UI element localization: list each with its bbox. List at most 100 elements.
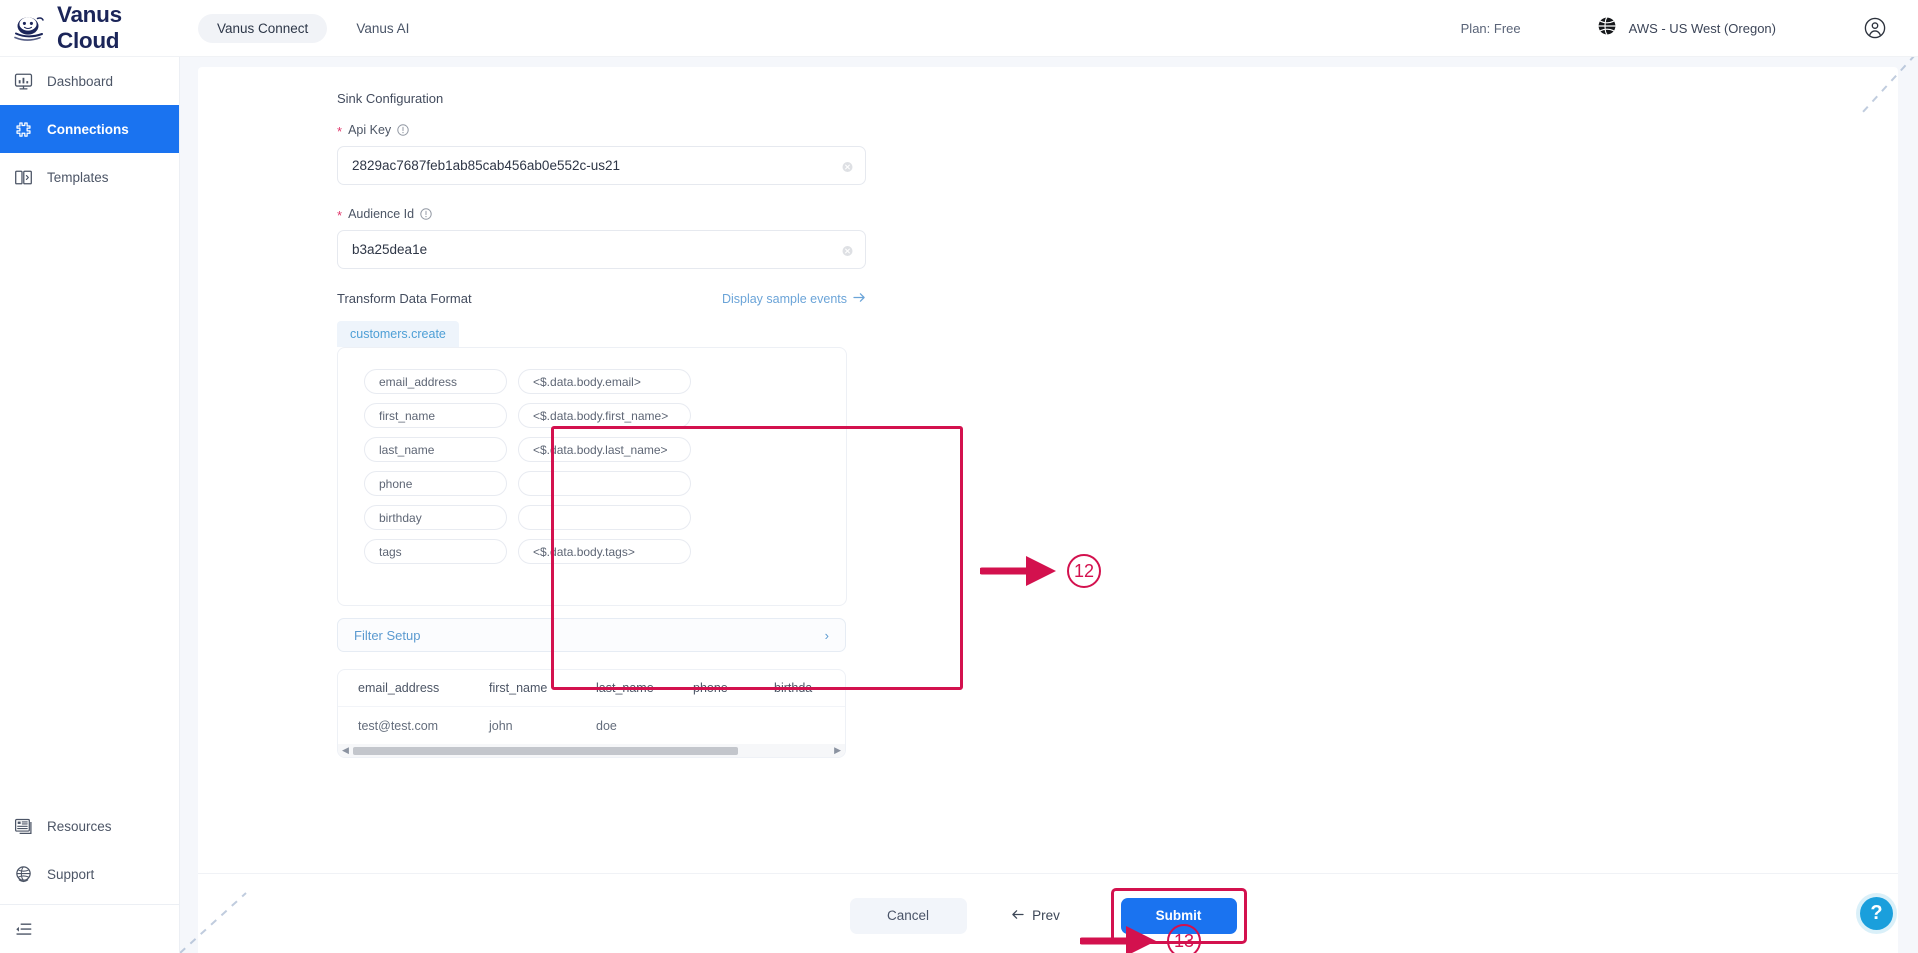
- sink-configuration-title: Sink Configuration: [337, 91, 444, 106]
- collapse-sidebar-icon: [13, 919, 33, 939]
- sidebar-collapse-button[interactable]: [0, 905, 179, 953]
- app-root: Vanus Cloud Vanus Connect Vanus AI Plan:…: [0, 0, 1918, 953]
- resources-icon: [13, 816, 33, 836]
- content-shell: Sink Configuration * Api Key 2829ac7687f: [180, 57, 1918, 953]
- region-selector[interactable]: AWS - US West (Oregon): [1597, 16, 1776, 41]
- help-button[interactable]: ?: [1860, 897, 1893, 930]
- brand[interactable]: Vanus Cloud: [0, 2, 180, 54]
- sidebar-item-support[interactable]: Support: [0, 850, 179, 898]
- info-circle-icon[interactable]: [420, 208, 432, 220]
- required-marker: *: [337, 123, 343, 139]
- sidebar-item-resources[interactable]: Resources: [0, 802, 179, 850]
- prev-button-label: Prev: [1032, 908, 1060, 923]
- mapping-value-input[interactable]: <$.data.body.last_name>: [518, 437, 691, 462]
- plan-badge: Plan: Free: [1460, 20, 1521, 36]
- audience-id-label-text: Audience Id: [348, 207, 415, 221]
- clear-circle-icon[interactable]: [842, 160, 853, 172]
- sidebar-item-connections[interactable]: Connections: [0, 105, 179, 153]
- templates-icon: [13, 167, 33, 187]
- user-circle-icon[interactable]: [1864, 17, 1886, 39]
- scroll-left-arrow-icon[interactable]: ◀: [342, 746, 349, 755]
- sidebar-label-support: Support: [47, 866, 95, 882]
- arrow-right-icon: [853, 292, 866, 306]
- prev-button[interactable]: Prev: [981, 898, 1091, 934]
- form-column: Sink Configuration * Api Key 2829ac7687f: [337, 91, 997, 758]
- mapping-row: birthday: [364, 505, 846, 530]
- chevron-right-icon: ›: [824, 627, 829, 643]
- column-header-birthday: birthda: [774, 681, 813, 695]
- mapping-row: last_name <$.data.body.last_name>: [364, 437, 846, 462]
- sidebar-label-dashboard: Dashboard: [47, 73, 114, 89]
- mapping-row: phone: [364, 471, 846, 496]
- mapping-key-input[interactable]: tags: [364, 539, 507, 564]
- audience-id-value: b3a25dea1e: [352, 242, 428, 257]
- cell-first-name: john: [489, 718, 513, 733]
- audience-id-input[interactable]: b3a25dea1e: [337, 230, 866, 269]
- region-label: AWS - US West (Oregon): [1628, 20, 1776, 36]
- column-header-phone: phone: [693, 681, 728, 695]
- preview-table: email_address first_name last_name phone…: [337, 669, 846, 758]
- api-key-label: * Api Key: [337, 123, 997, 139]
- column-header-email-address: email_address: [358, 681, 440, 695]
- form-footer: Cancel Prev Submit: [198, 873, 1898, 953]
- globe-icon: [1597, 16, 1617, 41]
- mapping-key-input[interactable]: email_address: [364, 369, 507, 394]
- dashboard-icon: [13, 71, 33, 91]
- api-key-label-text: Api Key: [348, 123, 392, 137]
- mapping-key-input[interactable]: first_name: [364, 403, 507, 428]
- submit-button[interactable]: Submit: [1120, 897, 1237, 934]
- mapping-value-input[interactable]: <$.data.body.tags>: [518, 539, 691, 564]
- mapping-row: tags <$.data.body.tags>: [364, 539, 846, 564]
- sidebar-label-templates: Templates: [47, 169, 109, 185]
- submit-button-highlight: Submit: [1110, 887, 1247, 944]
- transform-event-tabs: customers.create: [337, 321, 997, 347]
- table-horizontal-scrollbar[interactable]: ◀ ▶: [338, 744, 845, 757]
- column-header-last-name: last_name: [596, 681, 654, 695]
- api-key-value: 2829ac7687feb1ab85cab456ab0e552c-us21: [352, 158, 620, 173]
- scroll-right-arrow-icon[interactable]: ▶: [834, 746, 841, 755]
- display-sample-events-label: Display sample events: [721, 291, 847, 306]
- tab-vanus-connect[interactable]: Vanus Connect: [198, 13, 328, 43]
- info-circle-icon[interactable]: [397, 124, 409, 136]
- mapping-key-input[interactable]: last_name: [364, 437, 507, 462]
- brand-name: Vanus Cloud: [57, 2, 122, 53]
- filter-setup-accordion[interactable]: Filter Setup ›: [337, 618, 846, 652]
- audience-id-label: * Audience Id: [337, 207, 997, 223]
- table-header-row: email_address first_name last_name phone…: [338, 670, 845, 707]
- mapping-key-input[interactable]: birthday: [364, 505, 507, 530]
- transform-mapping-card: email_address <$.data.body.email> first_…: [337, 347, 847, 606]
- sidebar-label-connections: Connections: [47, 121, 129, 137]
- app-header: Vanus Cloud Vanus Connect Vanus AI Plan:…: [0, 0, 1918, 57]
- mapping-value-input[interactable]: [518, 505, 691, 530]
- mapping-value-input[interactable]: [518, 471, 691, 496]
- mapping-value-input[interactable]: <$.data.body.first_name>: [518, 403, 691, 428]
- connection-form-card: Sink Configuration * Api Key 2829ac7687f: [198, 67, 1898, 953]
- api-key-input[interactable]: 2829ac7687feb1ab85cab456ab0e552c-us21: [337, 146, 866, 185]
- mapping-key-input[interactable]: phone: [364, 471, 507, 496]
- display-sample-events-link[interactable]: Display sample events: [722, 292, 866, 306]
- transform-data-format-title: Transform Data Format: [337, 291, 472, 306]
- transform-data-format-header: Transform Data Format Display sample eve…: [337, 291, 866, 306]
- clear-circle-icon[interactable]: [842, 244, 853, 256]
- help-question-icon: ?: [1870, 902, 1883, 924]
- sidebar: Dashboard Connections Templates Resource…: [0, 57, 180, 953]
- vanus-whale-logo-icon: [12, 13, 46, 43]
- arrow-left-icon: [1011, 908, 1024, 923]
- mapping-value-input[interactable]: <$.data.body.email>: [518, 369, 691, 394]
- filter-setup-label: Filter Setup: [354, 627, 421, 643]
- mapping-row: email_address <$.data.body.email>: [364, 369, 846, 394]
- decorative-dashed-guide-bottom-left: [180, 892, 247, 953]
- sidebar-item-dashboard[interactable]: Dashboard: [0, 57, 179, 105]
- scrollbar-thumb[interactable]: [352, 746, 738, 755]
- cancel-button[interactable]: Cancel: [849, 897, 967, 934]
- sidebar-item-templates[interactable]: Templates: [0, 153, 179, 201]
- cell-last-name: doe: [596, 718, 617, 733]
- decorative-dashed-guide-top-right: [1861, 57, 1915, 114]
- connections-icon: [13, 119, 33, 139]
- support-globe-icon: [13, 864, 33, 884]
- required-marker: *: [337, 207, 343, 223]
- tab-vanus-ai[interactable]: Vanus AI: [337, 14, 428, 43]
- mapping-row: first_name <$.data.body.first_name>: [364, 403, 846, 428]
- transform-tab-customers-create[interactable]: customers.create: [337, 321, 459, 347]
